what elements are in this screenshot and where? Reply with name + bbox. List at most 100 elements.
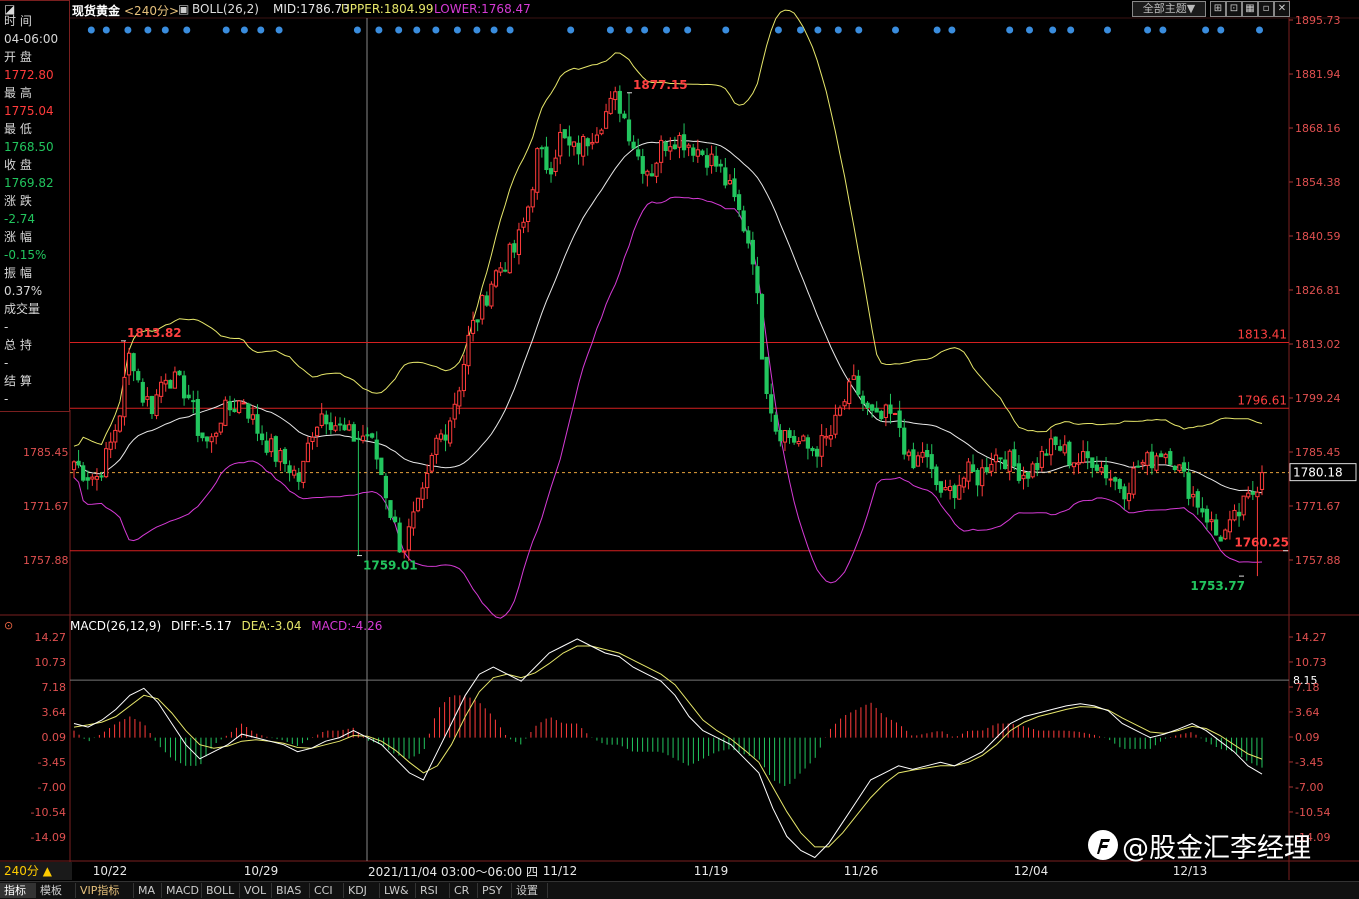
candle-down (259, 433, 265, 441)
candle-down (870, 404, 875, 411)
layout-grid-icon[interactable]: ⊞ (1210, 1, 1226, 17)
candle-down (1003, 459, 1008, 470)
candle-down (1085, 451, 1090, 459)
tab-ma[interactable]: MA (134, 883, 162, 898)
left-price-tick-label: 1785.45 (23, 446, 69, 459)
candle-up (1076, 462, 1081, 465)
signal-dot (663, 26, 670, 34)
symbol-name[interactable]: 现货黄金 (72, 2, 120, 19)
candle-up (470, 319, 476, 334)
tab-indicators[interactable]: 指标 (0, 883, 36, 898)
candle-up (172, 371, 178, 389)
candle-down (195, 399, 200, 436)
candle-up (892, 413, 898, 416)
signal-dot (1159, 26, 1167, 34)
candle-down (1218, 536, 1223, 542)
tab-boll[interactable]: BOLL (202, 883, 240, 898)
signal-dot (275, 26, 283, 34)
candle-down (342, 424, 347, 431)
price-tick-label: 1813.02 (1295, 338, 1341, 351)
candle-down (392, 516, 398, 523)
candle-down (622, 113, 627, 119)
add-window-icon[interactable]: ⊡ (1226, 1, 1242, 17)
tab-vol[interactable]: VOL (240, 883, 272, 898)
macd-dea: DEA:-3.04 (241, 619, 302, 633)
candle-down (700, 150, 705, 155)
signal-dot (1049, 26, 1057, 34)
macd-left-tick-label: 3.64 (42, 706, 67, 719)
candle-up (117, 415, 122, 432)
price-tick-label: 1895.73 (1295, 14, 1341, 27)
candle-down (374, 439, 379, 460)
tab-psy[interactable]: PSY (478, 883, 512, 898)
candle-up (209, 436, 214, 443)
macd-left-tick-label: 14.27 (35, 631, 67, 644)
candle-up (521, 221, 526, 228)
candle-up (535, 148, 540, 193)
candle-down (902, 427, 907, 455)
macd-left-tick-label: 0.09 (42, 731, 67, 744)
pct-label: 涨 幅 (4, 230, 32, 244)
candle-down (264, 440, 269, 453)
settlement-label: 结 算 (4, 374, 32, 388)
minimize-icon[interactable]: ▫ (1258, 1, 1274, 17)
candle-up (90, 476, 95, 480)
tab-cci[interactable]: CCI (310, 883, 344, 898)
candle-down (1172, 465, 1177, 471)
candle-down (296, 472, 301, 482)
tab-lw[interactable]: LW& (380, 883, 416, 898)
candle-up (1163, 453, 1168, 459)
candle-down (1025, 472, 1031, 479)
candle-down (631, 141, 636, 149)
candle-down (356, 437, 361, 440)
candle-down (750, 239, 755, 265)
candle-up (104, 448, 109, 478)
candle-up (493, 270, 499, 287)
candle-up (603, 111, 609, 129)
period-selector[interactable]: 240分 ▲ (0, 862, 72, 880)
candle-down (736, 194, 742, 211)
candle-down (938, 481, 944, 493)
change-label: 涨 跌 (4, 194, 32, 208)
candle-up (415, 497, 421, 512)
candle-down (970, 464, 976, 472)
candle-up (1039, 450, 1044, 468)
tab-rsi[interactable]: RSI (416, 883, 450, 898)
macd-right-tick-label: -7.00 (1295, 781, 1323, 794)
candle-up (906, 451, 911, 457)
candle-down (1103, 464, 1109, 479)
signal-dot (834, 26, 842, 34)
candle-down (168, 379, 173, 389)
candle-down (640, 156, 645, 174)
close-icon[interactable]: ✕ (1274, 1, 1290, 17)
boll-settings-icon[interactable]: ▣ (178, 2, 189, 16)
chart-canvas[interactable]: 1813.41 1796.61 1780.18 1813.82 1759.01 1877… (0, 0, 1359, 898)
candle-up (709, 153, 714, 167)
tab-vip-indicators[interactable]: VIP指标 (76, 883, 134, 898)
candle-down (773, 414, 778, 432)
trading-chart-app: 1813.41 1796.61 1780.18 1813.82 1759.01 1877… (0, 0, 1359, 899)
tab-settings[interactable]: 设置 (512, 883, 548, 898)
candle-up (315, 426, 320, 437)
tab-macd[interactable]: MACD (162, 883, 202, 898)
extreme-price-label: 1753.77 (1190, 579, 1245, 593)
table-icon[interactable]: ▦ (1242, 1, 1258, 17)
candle-down (232, 409, 237, 413)
macd-settings-icon[interactable]: ⊙ (4, 619, 13, 632)
candle-down (732, 178, 737, 198)
macd-left-tick-label: 7.18 (42, 681, 67, 694)
candle-up (1209, 519, 1214, 523)
candle-up (659, 139, 664, 163)
tab-cr[interactable]: CR (450, 883, 478, 898)
macd-right-tick-label: 10.73 (1295, 656, 1327, 669)
candle-down (672, 144, 677, 150)
theme-dropdown[interactable]: 全部主题▼ (1132, 1, 1206, 17)
candle-up (695, 149, 700, 157)
candle-down (1044, 453, 1049, 456)
candle-up (1145, 452, 1150, 466)
tab-bias[interactable]: BIAS (272, 883, 310, 898)
candle-up (801, 435, 806, 442)
tab-kdj[interactable]: KDJ (344, 883, 380, 898)
tab-templates[interactable]: 模板 (36, 883, 76, 898)
signal-dot (413, 26, 421, 34)
